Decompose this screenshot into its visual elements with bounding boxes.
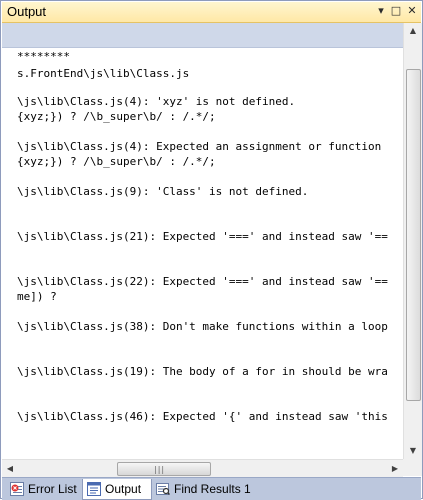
tab-error-list[interactable]: Error List bbox=[6, 479, 82, 499]
output-line: \js\lib\Class.js(38): Don't make functio… bbox=[17, 320, 388, 333]
find-results-icon bbox=[156, 483, 170, 495]
grip-icon: ||| bbox=[154, 465, 166, 474]
horizontal-scroll-thumb[interactable]: ||| bbox=[117, 462, 211, 476]
close-button[interactable]: ✕ bbox=[405, 4, 419, 18]
output-text-area[interactable]: ******** s.FrontEnd\js\lib\Class.js \js\… bbox=[2, 48, 403, 459]
output-line: ******** bbox=[17, 50, 70, 63]
output-line: s.FrontEnd\js\lib\Class.js bbox=[17, 67, 190, 80]
output-line: \js\lib\Class.js(21): Expected '===' and… bbox=[17, 230, 388, 243]
scroll-up-icon[interactable]: ▲ bbox=[404, 23, 422, 39]
dropdown-button[interactable]: ▾ bbox=[374, 4, 388, 18]
output-line: {xyz;}) ? /\b_super\b/ : /.*/; bbox=[17, 110, 216, 123]
output-icon bbox=[87, 482, 101, 496]
output-window: Output ▾ □ ✕ ******** s.FrontEnd\js\lib\… bbox=[0, 0, 423, 500]
window-title: Output bbox=[7, 4, 47, 19]
tab-label: Error List bbox=[28, 482, 77, 496]
tab-find-results-1[interactable]: Find Results 1 bbox=[152, 479, 252, 499]
output-line: \js\lib\Class.js(19): The body of a for … bbox=[17, 365, 388, 378]
maximize-button[interactable]: □ bbox=[389, 4, 403, 18]
output-line: \js\lib\Class.js(9): 'Class' is not defi… bbox=[17, 185, 309, 198]
output-line: \js\lib\Class.js(22): Expected '===' and… bbox=[17, 275, 388, 288]
output-line: \js\lib\Class.js(4): Expected an assignm… bbox=[17, 140, 382, 153]
tab-output[interactable]: Output bbox=[82, 479, 152, 500]
output-line: \js\lib\Class.js(4): 'xyz' is not define… bbox=[17, 95, 296, 108]
title-bar[interactable]: Output ▾ □ ✕ bbox=[2, 2, 421, 23]
horizontal-scrollbar[interactable]: ◀ ||| ▶ bbox=[2, 459, 403, 477]
scroll-left-icon[interactable]: ◀ bbox=[2, 460, 18, 477]
output-line: me]) ? bbox=[17, 290, 57, 303]
vertical-scrollbar[interactable]: ▲ ▼ bbox=[403, 23, 422, 459]
tab-label: Output bbox=[105, 482, 142, 496]
error-list-icon bbox=[10, 482, 24, 496]
scroll-corner bbox=[403, 459, 422, 476]
output-line: \js\lib\Class.js(46): Expected '{' and i… bbox=[17, 410, 388, 423]
tab-label: Find Results 1 bbox=[174, 482, 251, 496]
tool-window-tabs: Error List Output Find Results 1 bbox=[2, 477, 421, 500]
toolbar bbox=[2, 23, 421, 48]
scroll-down-icon[interactable]: ▼ bbox=[404, 443, 422, 459]
scroll-right-icon[interactable]: ▶ bbox=[387, 460, 403, 477]
output-line: {xyz;}) ? /\b_super\b/ : /.*/; bbox=[17, 155, 216, 168]
vertical-scroll-thumb[interactable] bbox=[406, 69, 421, 401]
